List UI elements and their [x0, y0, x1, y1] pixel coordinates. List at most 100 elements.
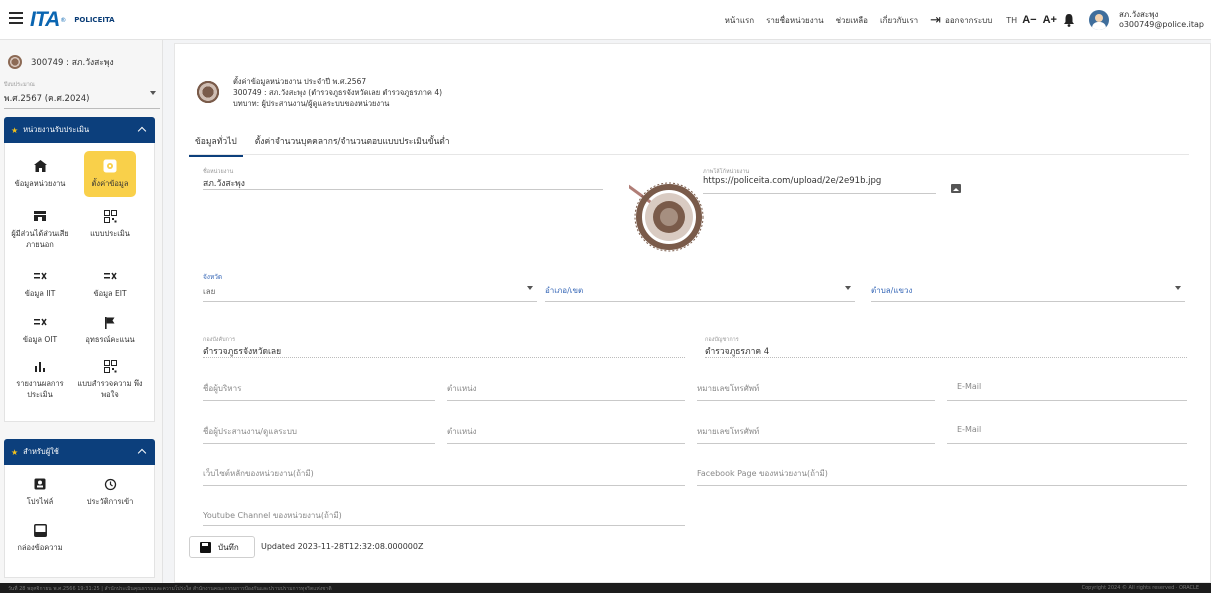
logout-label: ออกจากระบบ — [945, 15, 993, 25]
section-user-title: สำหรับผู้ใช้ — [23, 447, 59, 456]
user-name: สภ.วังสะพุง — [1118, 10, 1159, 19]
star-icon: ★ — [11, 447, 19, 457]
website-input[interactable]: เว็บไซต์หลักของหน่วยงาน(ถ้ามี) — [203, 462, 685, 486]
bell-icon[interactable] — [1063, 13, 1075, 27]
font-decrease-button[interactable]: A− — [1022, 14, 1036, 26]
top-bar: ITA ® POLICEITA หน้าแรก รายชื่อหน่วยงาน ช… — [0, 0, 1211, 40]
district-select[interactable]: อำเภอ/เขต — [545, 270, 855, 302]
updated-timestamp: Updated 2023-11-28T12:32:08.000000Z — [261, 542, 424, 551]
bar-chart-icon — [34, 357, 46, 375]
logout-button[interactable]: ⇥ ออกจากระบบ — [930, 13, 992, 28]
chevron-up-icon — [137, 126, 147, 136]
exec-name-input[interactable]: ชื่อผู้บริหาร — [203, 377, 435, 401]
year-select[interactable]: ปีงบประมาณ พ.ศ.2567 (ค.ศ.2024) — [4, 79, 160, 109]
sidebar-item-iit[interactable]: ข้อมูล IIT — [5, 267, 75, 299]
province-select[interactable]: จังหวัด เลย — [203, 270, 537, 302]
settings-icon — [103, 157, 117, 175]
footer-copyright: Copyright 2024 © All rights reserved · O… — [1081, 585, 1199, 591]
year-label: ปีงบประมาณ — [4, 82, 35, 88]
page-header: ตั้งค่าข้อมูลหน่วยงาน ประจำปี พ.ศ.2567 3… — [233, 76, 442, 109]
police-seal-image — [629, 181, 705, 253]
chevron-down-icon — [1175, 286, 1181, 290]
chevron-down-icon — [150, 91, 156, 95]
org-name: 300749 : สภ.วังสะพุง — [31, 58, 114, 68]
sidebar: 300749 : สภ.วังสะพุง ปีงบประมาณ พ.ศ.2567… — [0, 40, 163, 583]
star-icon: ★ — [11, 125, 19, 135]
nav-home[interactable]: หน้าแรก — [725, 14, 755, 27]
coord-name-input[interactable]: ชื่อผู้ประสานงาน/ดูแลระบบ — [203, 420, 435, 444]
sidebar-item-history[interactable]: ประวัติการเข้า — [75, 475, 145, 507]
user-email: o300749@police.itap — [1118, 20, 1204, 29]
profile-icon — [34, 475, 46, 493]
youtube-input[interactable]: Youtube Channel ของหน่วยงาน(ถ้ามี) — [203, 502, 685, 526]
coord-phone-input[interactable]: หมายเลขโทรศัพท์ — [697, 420, 935, 444]
sidebar-item-report[interactable]: รายงานผลการ ประเมิน — [5, 357, 75, 400]
inbox-icon — [33, 521, 47, 539]
logo-url-field[interactable]: ภาพโล้โก้หน่วยงาน https://policeita.com/… — [703, 166, 936, 194]
stakeholder-icon — [33, 207, 47, 225]
main-panel: ตั้งค่าข้อมูลหน่วยงาน ประจำปี พ.ศ.2567 3… — [174, 43, 1211, 583]
superior-field: กองบังคับการ ตำรวจภูธรจังหวัดเลย — [203, 334, 685, 358]
page-role: บทบาท: ผู้ประสานงาน/ผู้ดูแลระบบของหน่วยง… — [233, 99, 390, 108]
coord-position-input[interactable]: ตำแหน่ง — [447, 420, 685, 444]
image-icon[interactable] — [951, 184, 961, 193]
sidebar-item-settings[interactable]: ตั้งค่าข้อมูล — [75, 151, 145, 197]
section-user-body: โปรไฟล์ ประวัติการเข้า กล่องข้อความ — [4, 465, 155, 578]
section-user-header[interactable]: ★ สำหรับผู้ใช้ — [4, 439, 155, 465]
survey-icon — [103, 357, 117, 375]
nav-agency-list[interactable]: รายชื่อหน่วยงาน — [766, 14, 824, 27]
nav-about[interactable]: เกี่ยวกับเรา — [880, 14, 918, 27]
year-value: พ.ศ.2567 (ค.ศ.2024) — [4, 94, 90, 104]
police-emblem-icon — [8, 55, 22, 69]
sidebar-item-agency-info[interactable]: ข้อมูลหน่วยงาน — [5, 157, 75, 189]
save-label: บันทึก — [218, 542, 239, 552]
menu-icon[interactable] — [9, 12, 23, 24]
sidebar-item-eit[interactable]: ข้อมูล EIT — [75, 267, 145, 299]
chevron-up-icon — [137, 448, 147, 458]
language-toggle[interactable]: TH — [1006, 16, 1017, 25]
iit-icon — [33, 267, 47, 285]
sidebar-item-oit[interactable]: ข้อมูล OIT — [5, 313, 75, 345]
oit-icon — [33, 313, 47, 331]
exec-email-input[interactable]: E-Mail — [947, 377, 1187, 401]
history-icon — [104, 475, 117, 493]
app-logo[interactable]: ITA ® POLICEITA — [30, 8, 115, 32]
save-icon — [200, 541, 211, 553]
exec-position-input[interactable]: ตำแหน่ง — [447, 377, 685, 401]
avatar[interactable] — [1088, 10, 1109, 30]
sidebar-item-stakeholder[interactable]: ผู้มีส่วนได้ส่วนเสีย ภายนอก — [5, 207, 75, 250]
sidebar-org: 300749 : สภ.วังสะพุง — [8, 55, 114, 69]
top-nav: หน้าแรก รายชื่อหน่วยงาน ช่วยเหลือ เกี่ยว… — [725, 0, 1211, 40]
qr-icon — [103, 207, 117, 225]
subdistrict-select[interactable]: ตำบล/แขวง — [871, 270, 1185, 302]
org-name-field[interactable]: ชื่อหน่วยงาน สภ.วังสะพุง — [203, 166, 603, 190]
tabs: ข้อมูลทั่วไป ตั้งค่าจำนวนบุคคลากร/จำนวนต… — [189, 132, 462, 157]
section-agency-header[interactable]: ★ หน่วยงานรับประเมิน — [4, 117, 155, 143]
chevron-down-icon — [845, 286, 851, 290]
section-agency-body: ข้อมูลหน่วยงาน ตั้งค่าข้อมูล ผู้มีส่วนได… — [4, 143, 155, 422]
logo-text: POLICEITA — [74, 16, 115, 24]
sidebar-item-profile[interactable]: โปรไฟล์ — [5, 475, 75, 507]
sidebar-item-inbox[interactable]: กล่องข้อความ — [5, 521, 75, 553]
sidebar-item-survey[interactable]: แบบสำรวจความ พึงพอใจ — [75, 357, 145, 400]
facebook-input[interactable]: Facebook Page ของหน่วยงาน(ถ้ามี) — [697, 462, 1187, 486]
tab-general[interactable]: ข้อมูลทั่วไป — [189, 132, 243, 157]
font-increase-button[interactable]: A+ — [1043, 14, 1057, 26]
page-title: ตั้งค่าข้อมูลหน่วยงาน ประจำปี พ.ศ.2567 — [233, 77, 367, 86]
save-button[interactable]: บันทึก — [189, 536, 255, 558]
sidebar-item-assessment[interactable]: แบบประเมิน — [75, 207, 145, 239]
page-subtitle: 300749 : สภ.วังสะพุง (ตำรวจภูธรจังหวัดเล… — [233, 88, 443, 97]
sidebar-item-appeal[interactable]: อุทธรณ์คะแนน — [75, 313, 145, 345]
footer: วันที่ 28 พฤศจิกายน พ.ศ.2566 19:31:25 | … — [0, 583, 1211, 593]
home-icon — [33, 157, 48, 175]
footer-left: วันที่ 28 พฤศจิกายน พ.ศ.2566 19:31:25 | … — [8, 586, 332, 592]
nav-help[interactable]: ช่วยเหลือ — [836, 14, 868, 27]
command-field: กองบัญชาการ ตำรวจภูธรภาค 4 — [705, 334, 1187, 358]
coord-email-input[interactable]: E-Mail — [947, 420, 1187, 444]
itap-logo-mark: ITA — [30, 8, 60, 31]
flag-icon — [104, 313, 116, 331]
tab-personnel[interactable]: ตั้งค่าจำนวนบุคคลากร/จำนวนตอบแบบประเมินข… — [249, 132, 456, 157]
section-agency-title: หน่วยงานรับประเมิน — [23, 125, 90, 134]
exec-phone-input[interactable]: หมายเลขโทรศัพท์ — [697, 377, 935, 401]
user-info[interactable]: สภ.วังสะพุง o300749@police.itap — [1119, 10, 1204, 30]
